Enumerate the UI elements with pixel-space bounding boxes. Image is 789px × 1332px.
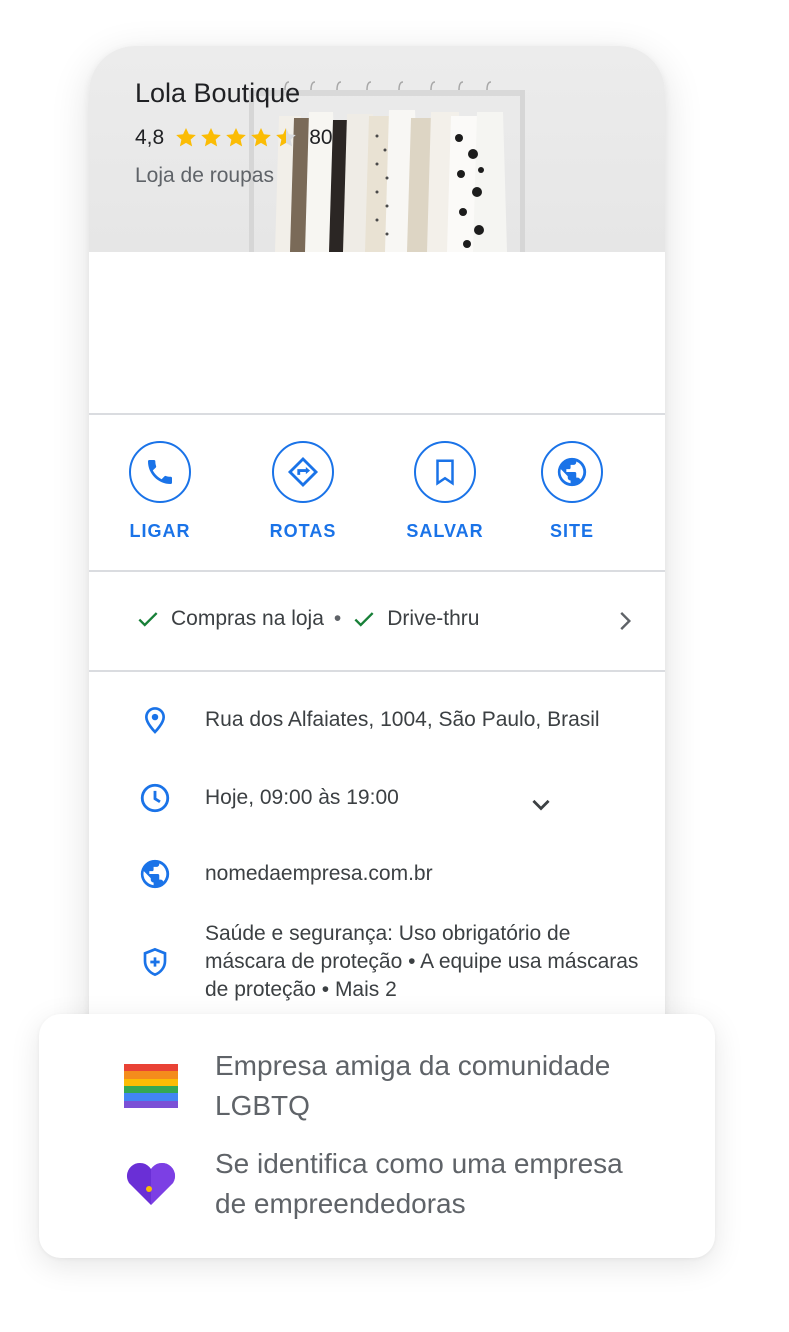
women-led-highlight: Se identifica como uma empresa de empree…	[123, 1144, 655, 1224]
globe-icon	[557, 457, 587, 487]
star-icon	[176, 128, 197, 147]
bookmark-icon	[436, 459, 454, 486]
rating-row[interactable]: 4,8 80	[135, 126, 333, 150]
chevron-right-icon[interactable]	[612, 608, 638, 634]
star-icon	[201, 128, 222, 147]
women-led-heart-icon	[126, 1162, 176, 1205]
check-icon	[138, 612, 158, 627]
address-text: Rua dos Alfaiates, 1004, São Paulo, Bras…	[205, 708, 600, 731]
lgbtq-friendly-highlight: Empresa amiga da comunidade LGBTQ	[123, 1046, 655, 1126]
health-safety-row[interactable]: Saúde e segurança: Uso obrigatório de má…	[135, 920, 645, 1004]
call-label: LIGAR	[129, 521, 191, 541]
highlights-card: Empresa amiga da comunidade LGBTQ Se ide…	[39, 1014, 715, 1258]
location-pin-icon	[144, 707, 166, 734]
divider	[89, 670, 665, 672]
website-row[interactable]: nomedaempresa.com.br	[135, 854, 433, 894]
directions-label: ROTAS	[269, 521, 337, 541]
star-icon	[226, 128, 247, 147]
attributes-row[interactable]: Compras na loja • Drive-thru	[135, 606, 479, 632]
save-button[interactable]: SALVAR	[385, 441, 505, 542]
check-icon	[354, 612, 374, 627]
website-text: nomedaempresa.com.br	[205, 862, 433, 885]
hours-text: Hoje, 09:00 às 19:00	[205, 786, 399, 809]
shield-plus-icon	[143, 947, 167, 977]
lgbtq-friendly-text: Empresa amiga da comunidade LGBTQ	[215, 1050, 611, 1121]
divider	[89, 413, 665, 415]
business-name: Lola Boutique	[135, 78, 301, 108]
divider	[89, 570, 665, 572]
globe-icon	[140, 859, 170, 889]
attribute-in-store: Compras na loja	[171, 607, 324, 630]
chevron-down-icon[interactable]	[527, 791, 555, 819]
half-star-icon	[276, 128, 297, 147]
hours-row[interactable]: Hoje, 09:00 às 19:00	[135, 778, 399, 818]
women-led-text: Se identifica como uma empresa de empree…	[215, 1148, 623, 1219]
save-label: SALVAR	[406, 521, 484, 541]
call-button[interactable]: LIGAR	[100, 441, 220, 542]
website-button[interactable]: SITE	[512, 441, 632, 542]
clock-icon	[140, 783, 170, 813]
directions-button[interactable]: ROTAS	[243, 441, 363, 542]
star-rating	[174, 126, 299, 150]
attribute-drive-thru: Drive-thru	[387, 607, 480, 630]
address-row[interactable]: Rua dos Alfaiates, 1004, São Paulo, Bras…	[135, 700, 600, 740]
health-safety-text: Saúde e segurança: Uso obrigatório de má…	[205, 922, 639, 1001]
rainbow-flag-icon	[124, 1064, 178, 1108]
separator: •	[333, 607, 342, 630]
star-icon	[251, 128, 272, 147]
phone-icon	[148, 460, 172, 484]
business-category: Loja de roupas	[135, 164, 274, 187]
website-label: SITE	[549, 521, 594, 541]
review-count: 80	[309, 126, 333, 149]
directions-icon	[287, 456, 319, 488]
rating-value: 4,8	[135, 126, 165, 149]
